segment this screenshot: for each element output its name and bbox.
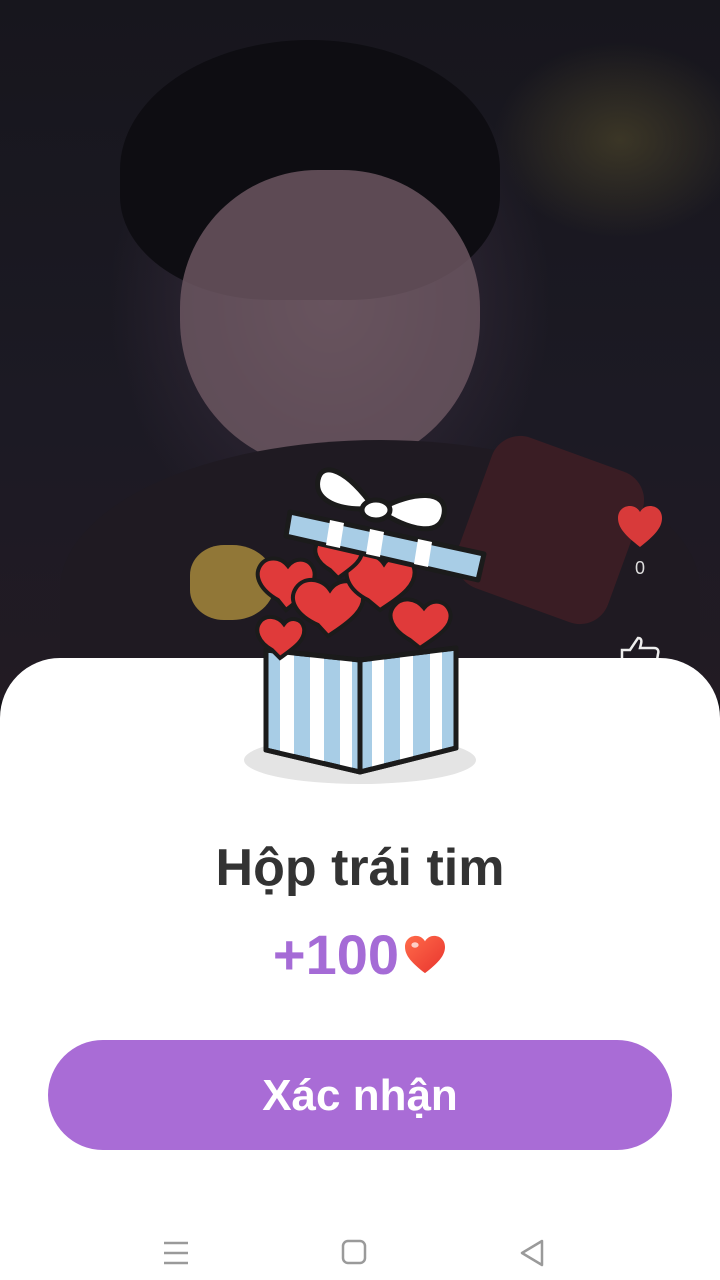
gift-box-illustration xyxy=(244,467,487,784)
reward-amount-row: +100 xyxy=(0,922,720,987)
confirm-button[interactable]: Xác nhận xyxy=(48,1040,672,1150)
heart-icon xyxy=(618,506,662,547)
like-button[interactable]: 0 xyxy=(616,505,664,579)
back-icon[interactable] xyxy=(512,1232,552,1272)
dialog-title: Hộp trái tim xyxy=(215,839,505,897)
like-count: 0 xyxy=(634,558,645,578)
home-icon[interactable] xyxy=(334,1232,374,1272)
heart-icon xyxy=(405,936,446,974)
video-subject-face xyxy=(180,170,480,470)
menu-icon[interactable] xyxy=(156,1232,196,1272)
reward-amount: +100 xyxy=(272,923,400,986)
system-navigation-bar xyxy=(0,1220,720,1280)
